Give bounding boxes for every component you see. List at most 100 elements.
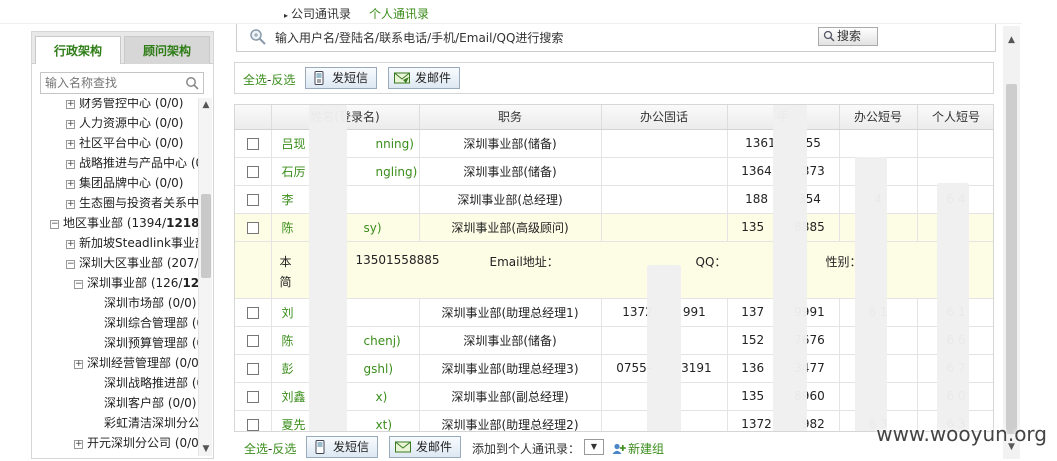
- page-scrollbar[interactable]: ▲ ▼: [1003, 26, 1020, 459]
- org-search-input[interactable]: [45, 73, 185, 93]
- org-search-box[interactable]: [40, 72, 204, 94]
- expand-icon[interactable]: +: [66, 180, 75, 189]
- tree-node[interactable]: + 社区平台中心 (0/0): [66, 134, 184, 152]
- footer-send-sms-button[interactable]: 发短信: [306, 436, 379, 458]
- header-title[interactable]: 职务: [419, 105, 602, 130]
- office-phone: [601, 157, 728, 186]
- group-select-dropdown[interactable]: ▼: [584, 439, 604, 455]
- collapse-icon[interactable]: −: [50, 220, 59, 229]
- tree-node[interactable]: 彩虹清洁深圳分公司: [104, 414, 198, 432]
- contact-title: 深圳事业部(总经理): [457, 192, 563, 207]
- row-cell: [235, 213, 272, 242]
- tree-node-label: 深圳综合管理部 (0/0: [104, 316, 198, 330]
- send-sms-button[interactable]: 发短信: [305, 67, 378, 89]
- contact-title: 深圳事业部(储备): [463, 136, 557, 151]
- header-checkbox: [235, 105, 272, 130]
- row-checkbox[interactable]: [246, 334, 259, 347]
- tree-node-label: 地区事业部 (1394/1218): [63, 216, 198, 230]
- tree-node[interactable]: + 深圳经营管理部 (0/0: [74, 354, 198, 372]
- watermark: www.wooyun.org: [876, 422, 1047, 446]
- company-directory-link[interactable]: ▸ 公司通讯录: [284, 5, 351, 22]
- select-all-link[interactable]: 全选: [243, 73, 267, 87]
- contact-name-link: 刘: [281, 305, 294, 320]
- mobile-number: 135: [741, 220, 765, 234]
- expand-icon[interactable]: +: [74, 360, 83, 369]
- tab-admin-structure[interactable]: 行政架构: [35, 36, 121, 64]
- expand-icon[interactable]: +: [66, 140, 75, 149]
- footer-send-mail-label: 发邮件: [416, 440, 453, 454]
- row-checkbox[interactable]: [246, 362, 259, 375]
- row-checkbox[interactable]: [246, 306, 259, 319]
- personal-directory-link[interactable]: 个人通讯录: [369, 5, 429, 22]
- collapse-icon[interactable]: −: [66, 260, 75, 269]
- tree-node[interactable]: 深圳客户部 (0/0): [104, 394, 197, 412]
- tree-node[interactable]: + 战略推进与产品中心 (0/: [66, 154, 198, 172]
- tree-node[interactable]: 深圳预算管理部 (0/0: [104, 334, 198, 352]
- tree-node[interactable]: 深圳综合管理部 (0/0: [104, 314, 198, 332]
- contact-name-link: 李: [281, 192, 294, 207]
- tree-node[interactable]: 深圳市场部 (0/0): [104, 294, 197, 312]
- org-tabs: 行政架构 顾问架构: [32, 32, 213, 64]
- table-header: 姓名(登录名) 职务 办公固话 手 办公短号 个人短号: [235, 105, 993, 130]
- office-phone-tail: 3191: [681, 361, 712, 375]
- expand-icon[interactable]: +: [66, 100, 75, 109]
- expand-icon[interactable]: +: [66, 160, 75, 169]
- add-group-icon: [612, 443, 626, 454]
- scroll-up-icon[interactable]: ▲: [1003, 32, 1020, 48]
- invert-selection-link[interactable]: 反选: [271, 73, 295, 87]
- tree-node[interactable]: + 新加坡Steadlink事业部: [66, 234, 198, 252]
- collapse-icon[interactable]: −: [74, 280, 83, 289]
- tree-node[interactable]: + 开元深圳分公司 (0/0: [74, 434, 198, 452]
- tree-node[interactable]: −地区事业部 (1394/1218): [50, 214, 198, 232]
- table-row[interactable]: 吕现 nning) 深圳事业部(储备) 1361 55: [235, 129, 993, 158]
- row-checkbox[interactable]: [246, 165, 259, 178]
- magnifier-icon: [250, 29, 266, 45]
- new-group-link[interactable]: 新建组: [612, 440, 664, 457]
- personal-short-number: [917, 157, 993, 186]
- footer-send-mail-button[interactable]: 发邮件: [389, 436, 462, 458]
- tree-node[interactable]: + 财务管控中心 (0/0): [66, 98, 184, 112]
- search-icon[interactable]: [185, 76, 199, 90]
- expand-icon[interactable]: +: [74, 440, 83, 449]
- tree-node[interactable]: + 集团品牌中心 (0/0): [66, 174, 184, 192]
- tree-scrollbar[interactable]: ▲ ▼: [198, 98, 212, 456]
- scroll-down-icon[interactable]: ▼: [199, 442, 213, 456]
- tree-node[interactable]: −深圳事业部 (126/124): [74, 274, 198, 292]
- expand-icon[interactable]: +: [66, 200, 75, 209]
- tree-node[interactable]: 深圳战略推进部 (0/0: [104, 374, 198, 392]
- office-phone: [601, 129, 728, 158]
- row-checkbox[interactable]: [246, 137, 259, 150]
- contact-title: 深圳事业部(储备): [463, 333, 557, 348]
- tree-node[interactable]: −深圳大区事业部 (207/1§: [66, 254, 198, 272]
- expand-icon[interactable]: +: [66, 120, 75, 129]
- contact-title: 深圳事业部(储备): [419, 129, 602, 158]
- header-office-short[interactable]: 办公短号: [839, 105, 918, 130]
- search-button[interactable]: 搜索: [818, 27, 878, 46]
- footer-invert-selection-link[interactable]: 反选: [272, 442, 296, 456]
- mobile-number: 1361: [745, 136, 776, 150]
- row-checkbox[interactable]: [246, 418, 259, 431]
- scroll-thumb[interactable]: [201, 194, 211, 278]
- tree-node-label: 集团品牌中心 (0/0): [79, 176, 184, 190]
- tree-node[interactable]: + 生态圈与投资者关系中心: [66, 194, 198, 212]
- expand-icon[interactable]: +: [66, 240, 75, 249]
- mobile-number: 137: [741, 305, 765, 319]
- header-office-phone[interactable]: 办公固话: [601, 105, 728, 130]
- send-mail-label: 发邮件: [415, 71, 452, 85]
- tree-node-label: 深圳战略推进部 (0/0: [104, 376, 198, 390]
- office-phone-tail: 991: [682, 305, 706, 319]
- send-mail-button[interactable]: 发邮件: [388, 67, 461, 89]
- search-input[interactable]: 输入用户名/登陆名/联系电话/手机/Email/QQ进行搜索: [275, 29, 563, 46]
- footer-select-all-link[interactable]: 全选: [244, 442, 268, 456]
- tab-consultant-structure[interactable]: 顾问架构: [124, 36, 210, 64]
- scroll-thumb[interactable]: [1006, 84, 1017, 434]
- contact-title: 深圳事业部(助理总经理1): [419, 298, 602, 327]
- personal-short-number: [917, 129, 993, 158]
- contact-name-link: 刘鑫: [281, 389, 306, 404]
- row-checkbox[interactable]: [246, 193, 259, 206]
- tree-node[interactable]: + 人力资源中心 (0/0): [66, 114, 184, 132]
- scroll-up-icon[interactable]: ▲: [199, 98, 213, 112]
- row-checkbox[interactable]: [246, 390, 259, 403]
- header-personal-short[interactable]: 个人短号: [917, 105, 993, 130]
- row-checkbox[interactable]: [246, 221, 259, 234]
